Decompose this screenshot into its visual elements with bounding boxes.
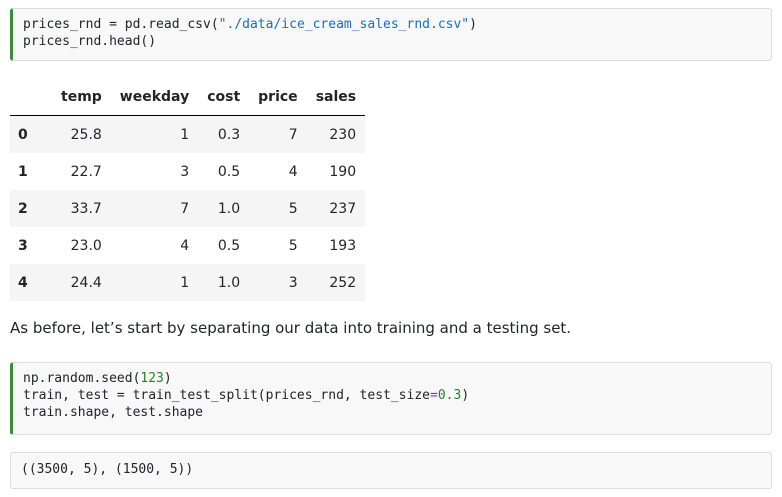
code-operator: = bbox=[430, 388, 438, 403]
code-string: "./data/ice_cream_sales_rnd.csv" bbox=[218, 17, 470, 32]
table-cell: 0.3 bbox=[217, 126, 241, 143]
table-cell: 0.5 bbox=[217, 237, 241, 254]
code-line: prices_rnd = pd.read_csv("./data/ice_cre… bbox=[23, 16, 771, 33]
column-header: temp bbox=[52, 78, 111, 116]
row-index: 3 bbox=[18, 237, 28, 254]
table-cell: 4 bbox=[288, 163, 298, 180]
output-text: ((3500, 5), (1500, 5)) bbox=[21, 462, 194, 477]
table-cell: 1 bbox=[180, 126, 190, 143]
index-header bbox=[10, 78, 52, 116]
table-cell: 25.8 bbox=[70, 126, 102, 143]
column-header: price bbox=[249, 78, 307, 116]
code-line: train.shape, test.shape bbox=[23, 405, 204, 420]
code-number: 123 bbox=[140, 371, 164, 386]
table-cell: 7 bbox=[288, 126, 298, 143]
table-header-row: temp weekday cost price sales bbox=[10, 78, 366, 116]
table-cell: 193 bbox=[329, 237, 357, 254]
table-cell: 7 bbox=[180, 200, 190, 217]
code-text: ) bbox=[163, 371, 172, 386]
table-cell: 23.0 bbox=[70, 237, 102, 254]
table-cell: 252 bbox=[329, 274, 357, 291]
table-row: 1 22.7 3 0.5 4 190 bbox=[10, 153, 365, 190]
table-cell: 3 bbox=[180, 163, 190, 180]
code-text: ) bbox=[469, 17, 477, 32]
table-cell: 1 bbox=[180, 274, 190, 291]
code-line: prices_rnd.head() bbox=[23, 34, 157, 49]
code-text: ) bbox=[461, 388, 470, 403]
table-cell: 237 bbox=[329, 200, 357, 217]
table-cell: 230 bbox=[329, 126, 357, 143]
code-number: 0.3 bbox=[437, 388, 462, 403]
table-cell: 4 bbox=[180, 237, 190, 254]
column-header: cost bbox=[198, 78, 250, 116]
output-cell: ((3500, 5), (1500, 5)) bbox=[10, 452, 772, 489]
dataframe-output-table: temp weekday cost price sales 0 25.8 1 0… bbox=[10, 78, 366, 301]
table-row: 4 24.4 1 1.0 3 252 bbox=[10, 264, 366, 301]
table-cell: 1.0 bbox=[217, 274, 241, 291]
code-cell-read-csv[interactable]: prices_rnd = pd.read_csv("./data/ice_cre… bbox=[10, 8, 772, 61]
table-row: 3 23.0 4 0.5 5 193 bbox=[10, 227, 365, 264]
table-cell: 1.0 bbox=[217, 200, 241, 217]
row-index: 1 bbox=[18, 163, 28, 180]
table-cell: 5 bbox=[288, 200, 298, 217]
table-cell: 190 bbox=[329, 163, 357, 180]
table-cell: 24.4 bbox=[70, 274, 102, 291]
row-index: 4 bbox=[18, 274, 28, 291]
table-cell: 22.7 bbox=[70, 163, 102, 180]
code-cell-train-test-split[interactable]: np.random.seed(123) train, test = train_t… bbox=[10, 362, 772, 435]
table-row: 2 33.7 7 1.0 5 237 bbox=[10, 190, 366, 227]
code-text: np.random.seed( bbox=[23, 371, 141, 386]
table-cell: 3 bbox=[288, 274, 298, 291]
row-index: 2 bbox=[18, 200, 28, 217]
table-row: 0 25.8 1 0.3 7 230 bbox=[10, 115, 366, 153]
row-index: 0 bbox=[18, 126, 28, 143]
table-cell: 33.7 bbox=[70, 200, 102, 217]
table-cell: 0.5 bbox=[217, 163, 241, 180]
code-text: train, test = train_test_split(prices_rn… bbox=[23, 388, 430, 403]
paragraph-text: As before, let’s start by separating our… bbox=[10, 319, 572, 337]
code-line: np.random.seed(123) bbox=[23, 370, 771, 387]
column-header: sales bbox=[306, 78, 366, 116]
code-line: train, test = train_test_split(prices_rn… bbox=[23, 387, 771, 404]
code-text: prices_rnd = pd.read_csv( bbox=[23, 17, 219, 32]
column-header: weekday bbox=[110, 78, 199, 116]
table-cell: 5 bbox=[288, 237, 298, 254]
